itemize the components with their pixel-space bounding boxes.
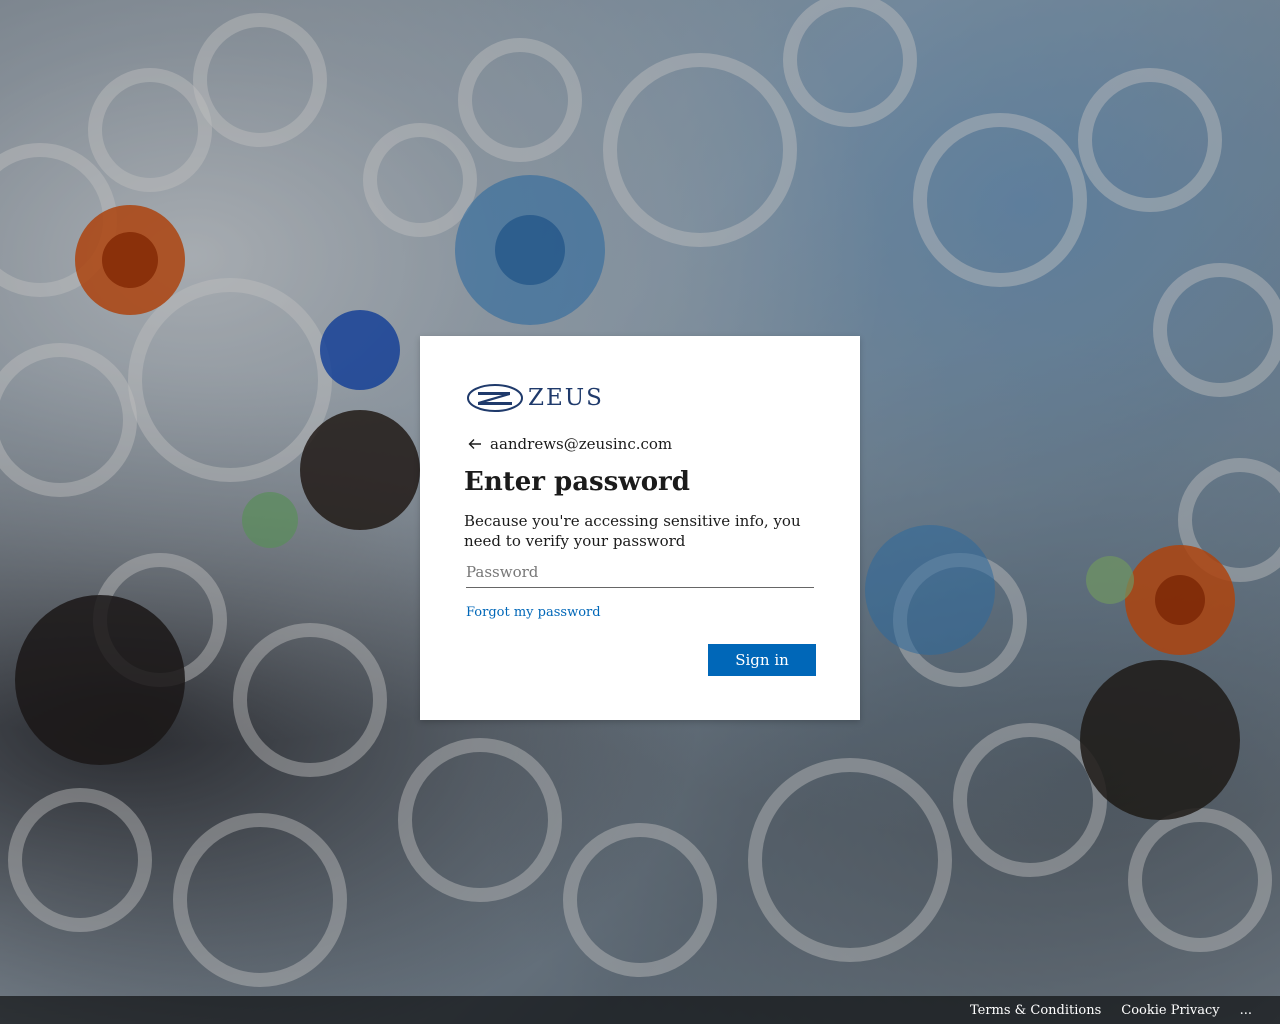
brand-logo: ZEUS [466,382,608,414]
identity-banner: aandrews@zeusinc.com [466,434,672,454]
forgot-password-link[interactable]: Forgot my password [466,605,601,620]
page-title: Enter password [464,467,690,497]
more-options-link[interactable]: ... [1240,1003,1252,1018]
logo-wordmark: ZEUS [528,385,604,411]
sign-in-button[interactable]: Sign in [708,644,816,676]
terms-link[interactable]: Terms & Conditions [970,1003,1101,1018]
sign-in-card: ZEUS aandrews@zeusinc.com Enter password… [420,336,860,720]
password-input[interactable] [466,557,814,588]
zeus-logo-icon [467,384,523,412]
footer-bar: Terms & Conditions Cookie Privacy ... [0,996,1280,1024]
cookie-privacy-link[interactable]: Cookie Privacy [1121,1003,1219,1018]
account-email: aandrews@zeusinc.com [490,435,673,453]
arrow-left-icon[interactable] [466,435,484,453]
description-text: Because you're accessing sensitive info,… [464,512,801,550]
